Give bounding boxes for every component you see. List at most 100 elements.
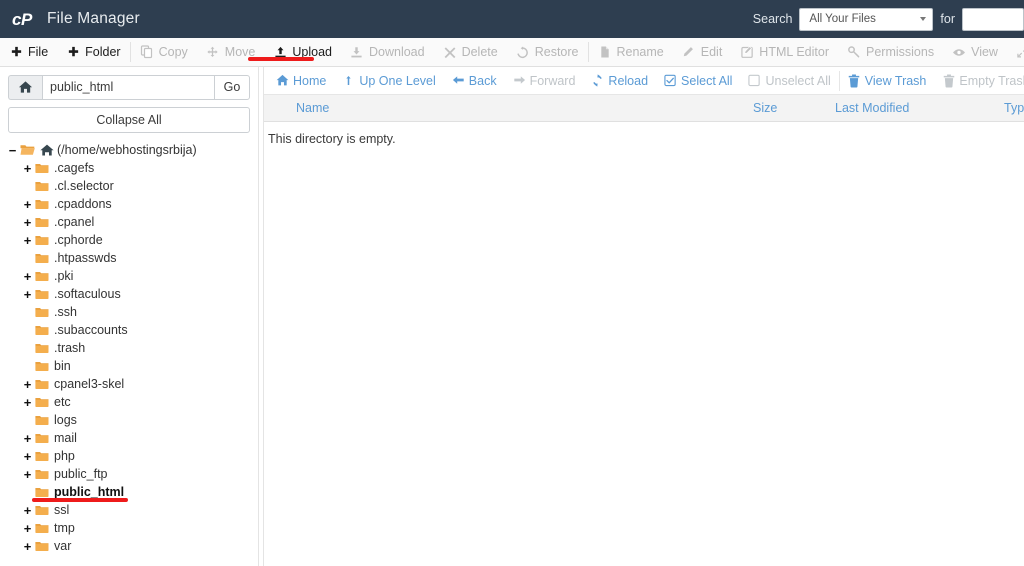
toolbar-file-button[interactable]: File bbox=[0, 38, 57, 66]
tree-item-label: .softaculous bbox=[54, 287, 121, 301]
collapse-all-button[interactable]: Collapse All bbox=[8, 107, 250, 133]
expand-plus-icon[interactable]: + bbox=[21, 540, 34, 553]
tree-item[interactable]: .subaccounts bbox=[0, 321, 258, 339]
column-header-name[interactable]: Name bbox=[296, 101, 329, 115]
nav-view-trash-button[interactable]: View Trash bbox=[840, 67, 935, 94]
tree-item[interactable]: + .cpaddons bbox=[0, 195, 258, 213]
expand-plus-icon[interactable]: + bbox=[21, 216, 34, 229]
toolbar-item-label: Folder bbox=[85, 45, 121, 59]
tree-item[interactable]: + cpanel3-skel bbox=[0, 375, 258, 393]
expand-plus-icon[interactable]: + bbox=[21, 432, 34, 445]
search-scope-select[interactable]: All Your Files bbox=[799, 7, 934, 31]
cpanel-logo-icon: c P bbox=[12, 6, 38, 32]
nav-empty-trash-button: Empty Trash bbox=[934, 67, 1024, 94]
nav-select-all-button[interactable]: Select All bbox=[656, 67, 740, 94]
nav-home-button[interactable]: Home bbox=[268, 67, 334, 94]
nav-item-label: Empty Trash bbox=[959, 73, 1024, 88]
tree-item[interactable]: + tmp bbox=[0, 519, 258, 537]
nav-up-one-level-button[interactable]: Up One Level bbox=[334, 67, 443, 94]
folder-icon bbox=[34, 361, 50, 372]
tree-item-label: cpanel3-skel bbox=[54, 377, 125, 391]
expand-plus-icon[interactable]: + bbox=[21, 162, 34, 175]
tree-item-label: logs bbox=[54, 413, 77, 427]
search-input[interactable] bbox=[962, 7, 1024, 31]
tree-item[interactable]: + mail bbox=[0, 429, 258, 447]
trash-icon bbox=[848, 74, 861, 88]
expand-arrows-icon bbox=[1016, 46, 1024, 59]
tree-item[interactable]: + .softaculous bbox=[0, 285, 258, 303]
path-input[interactable] bbox=[42, 74, 214, 100]
tree-item-label: .cagefs bbox=[54, 161, 95, 175]
file-listing-panel: Home Up One Level Back Forward Reload Select … bbox=[264, 67, 1024, 566]
expand-plus-icon[interactable]: + bbox=[21, 468, 34, 481]
folder-icon bbox=[34, 253, 50, 264]
toolbar-item-label: Permissions bbox=[866, 45, 935, 59]
nav-unselect-all-button: Unselect All bbox=[740, 67, 838, 94]
expand-plus-icon[interactable]: + bbox=[21, 450, 34, 463]
tree-item[interactable]: .trash bbox=[0, 339, 258, 357]
refresh-icon bbox=[591, 74, 604, 87]
tree-item[interactable]: + .pki bbox=[0, 267, 258, 285]
folder-icon bbox=[34, 469, 50, 480]
tree-item[interactable]: + ssl bbox=[0, 501, 258, 519]
column-header-last-modified[interactable]: Last Modified bbox=[835, 101, 909, 115]
arrow-right-icon bbox=[513, 74, 526, 87]
tree-item[interactable]: logs bbox=[0, 411, 258, 429]
tree-item[interactable]: + etc bbox=[0, 393, 258, 411]
nav-item-label: Forward bbox=[529, 73, 576, 88]
file-list: This directory is empty. bbox=[264, 122, 1024, 566]
toolbar-delete-button: Delete bbox=[434, 38, 507, 66]
toolbar-copy-button: Copy bbox=[131, 38, 197, 66]
svg-text:P: P bbox=[21, 10, 33, 29]
expand-plus-icon[interactable]: + bbox=[21, 288, 34, 301]
tree-item[interactable]: + .cpanel bbox=[0, 213, 258, 231]
toolbar-permissions-button: Permissions bbox=[838, 38, 943, 66]
tree-item[interactable]: + .cagefs bbox=[0, 159, 258, 177]
nav-back-button[interactable]: Back bbox=[444, 67, 505, 94]
column-header-size[interactable]: Size bbox=[753, 101, 777, 115]
tree-item[interactable]: bin bbox=[0, 357, 258, 375]
tree-item-label: .subaccounts bbox=[54, 323, 128, 337]
expand-plus-icon[interactable]: + bbox=[21, 378, 34, 391]
toolbar-item-label: Copy bbox=[158, 45, 188, 59]
expand-plus-icon[interactable]: + bbox=[21, 396, 34, 409]
folder-icon bbox=[34, 415, 50, 426]
tree-item[interactable]: + php bbox=[0, 447, 258, 465]
tree-item-label: .ssh bbox=[54, 305, 77, 319]
arrow-left-icon bbox=[452, 74, 465, 87]
tree-item-label: .cl.selector bbox=[54, 179, 114, 193]
tree-item-label: tmp bbox=[54, 521, 75, 535]
go-button[interactable]: Go bbox=[214, 74, 250, 100]
toolbar-edit-button: Edit bbox=[673, 38, 732, 66]
tree-item[interactable]: .ssh bbox=[0, 303, 258, 321]
toolbar-folder-button[interactable]: Folder bbox=[57, 38, 129, 66]
tree-item-label: .pki bbox=[54, 269, 74, 283]
home-icon[interactable] bbox=[8, 74, 42, 100]
home-icon bbox=[276, 74, 289, 87]
folder-icon bbox=[34, 325, 50, 336]
expand-plus-icon[interactable]: + bbox=[21, 504, 34, 517]
tree-item-label: public_ftp bbox=[54, 467, 108, 481]
app-header: c P File Manager Search All Your Files f… bbox=[0, 0, 1024, 38]
toolbar-extract-button: Extract bbox=[1007, 38, 1024, 66]
chevron-down-icon bbox=[920, 17, 927, 21]
expand-plus-icon[interactable]: + bbox=[21, 198, 34, 211]
collapse-minus-icon[interactable]: − bbox=[6, 144, 19, 157]
tree-item[interactable]: .cl.selector bbox=[0, 177, 258, 195]
tree-item[interactable]: + var bbox=[0, 537, 258, 555]
toolbar-upload-button[interactable]: Upload bbox=[264, 38, 341, 66]
public-html-red-underline-annotation bbox=[32, 498, 128, 502]
tree-item[interactable]: + public_ftp bbox=[0, 465, 258, 483]
expand-plus-icon[interactable]: + bbox=[21, 522, 34, 535]
header-search-group: Search All Your Files for bbox=[753, 0, 1024, 38]
tree-item[interactable]: − (/home/webhostingsrbija) bbox=[0, 141, 258, 159]
nav-reload-button[interactable]: Reload bbox=[583, 67, 656, 94]
tree-item-label: .cpaddons bbox=[54, 197, 112, 211]
expand-plus-icon[interactable]: + bbox=[21, 234, 34, 247]
tree-item[interactable]: + .cphorde bbox=[0, 231, 258, 249]
column-header-type[interactable]: Type bbox=[1004, 101, 1024, 115]
download-icon bbox=[350, 46, 364, 59]
main-toolbar: File Folder Copy Move Upload Download Delete Re… bbox=[0, 38, 1024, 67]
expand-plus-icon[interactable]: + bbox=[21, 270, 34, 283]
tree-item[interactable]: .htpasswds bbox=[0, 249, 258, 267]
